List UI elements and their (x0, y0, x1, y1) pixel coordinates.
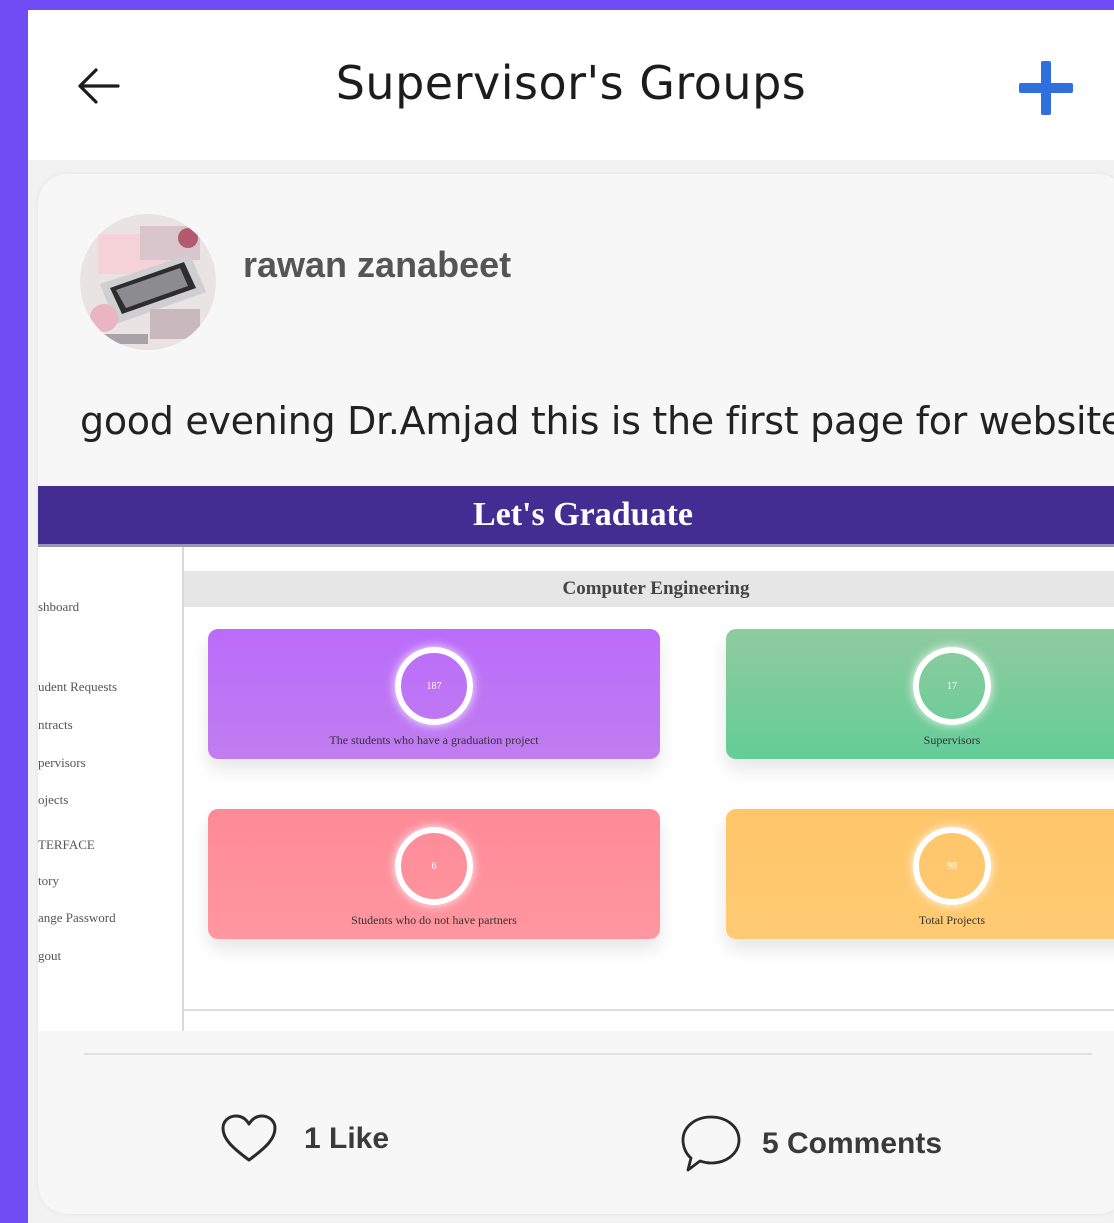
add-group-button[interactable] (1014, 56, 1078, 120)
feed: rawan zanabeet good evening Dr.Amjad thi… (28, 160, 1114, 1223)
screenshot-sidebar-item: ange Password (38, 910, 116, 925)
heart-outline-icon (221, 1114, 277, 1162)
stat-label: Students who do not have partners (351, 913, 517, 927)
screenshot-main: Computer Engineering 187 The students wh… (184, 547, 1114, 1031)
stat-label: Total Projects (918, 913, 986, 927)
stat-card: 6 Students who do not have partners (208, 809, 660, 939)
stat-ring: 187 (395, 647, 473, 725)
screenshot-title: Let's Graduate (38, 486, 1114, 544)
page-title: Supervisor's Groups (335, 56, 807, 110)
stat-ring: 17 (913, 647, 991, 725)
post-text: good evening Dr.Amjad this is the first … (80, 399, 1114, 443)
post-divider (84, 1053, 1092, 1055)
comments-button[interactable]: 5 Comments (680, 1114, 942, 1174)
screenshot-sidebar-item: pervisors (38, 755, 86, 770)
stat-card: 17 Supervisors (726, 629, 1114, 759)
app-screen: Supervisor's Groups rawan zanabeet good … (28, 10, 1114, 1223)
post-card: rawan zanabeet good evening Dr.Amjad thi… (38, 174, 1114, 1214)
screenshot-sidebar-item: ntracts (38, 717, 73, 732)
avatar-photo (80, 214, 216, 350)
screenshot-sidebar-item: udent Requests (38, 679, 118, 694)
stat-label: The students who have a graduation proje… (329, 733, 539, 747)
screenshot-sidebar-item: gout (38, 948, 62, 963)
screenshot-subtitle: Computer Engineering (184, 571, 1114, 607)
screenshot-sidebar-item: shboard (38, 599, 80, 614)
likes-count: 1 Like (304, 1122, 390, 1155)
app-bar: Supervisor's Groups (28, 10, 1114, 160)
screenshot-sidebar: shboard udent Requests ntracts pervisors… (38, 547, 184, 1031)
stat-ring: 98 (913, 827, 991, 905)
post-author[interactable]: rawan zanabeet (243, 244, 511, 286)
stat-ring: 6 (395, 827, 473, 905)
stat-card: 98 Total Projects (726, 809, 1114, 939)
stat-card: 187 The students who have a graduation p… (208, 629, 660, 759)
screenshot-sidebar-item: TERFACE (38, 837, 95, 852)
comments-count: 5 Comments (762, 1127, 943, 1160)
screenshot-sidebar-item: ojects (38, 792, 69, 807)
avatar[interactable] (80, 214, 216, 350)
like-button[interactable]: 1 Like (220, 1114, 389, 1164)
post-image[interactable]: Let's Graduate shboard udent Requests nt… (38, 486, 1114, 1031)
stat-label: Supervisors (923, 733, 981, 747)
speech-bubble-icon (681, 1115, 741, 1172)
screenshot-footer-line (184, 1009, 1114, 1011)
screenshot-sidebar-item: tory (38, 873, 59, 888)
plus-icon (1019, 61, 1073, 115)
